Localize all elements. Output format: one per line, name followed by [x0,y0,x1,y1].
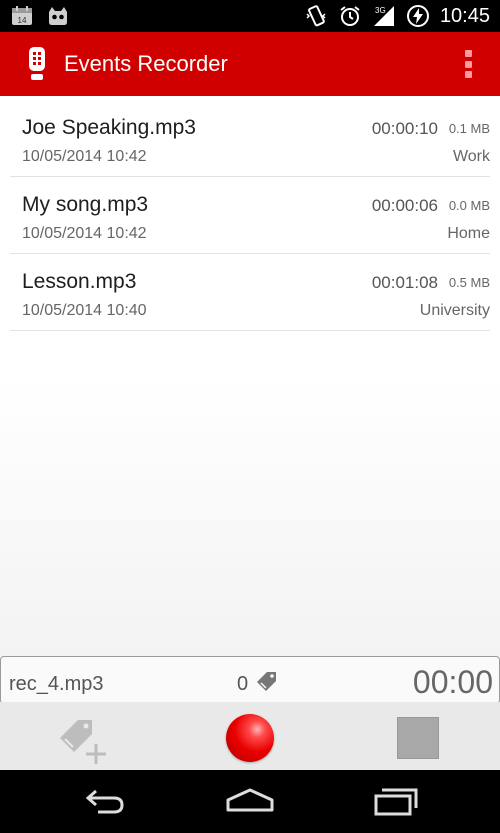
list-item[interactable]: Lesson.mp3 10/05/2014 10:40 00:01:08 0.5… [10,254,490,331]
calendar-icon: 14 [12,6,32,25]
vibrate-icon [306,5,326,27]
svg-text:14: 14 [18,16,27,25]
recording-category: Work [452,148,490,165]
cyanogen-icon [49,7,67,25]
recording-date: 10/05/2014 10:42 [22,148,147,165]
stop-button[interactable] [397,717,439,759]
alarm-icon [340,6,360,26]
recording-timer: 00:00 [412,664,493,700]
overflow-menu-icon[interactable] [462,50,474,78]
signal-3g-icon: 3G [373,6,394,26]
home-icon[interactable] [226,784,274,818]
tag-icon [257,672,276,691]
recent-apps-icon[interactable] [372,784,420,818]
recording-name: My song.mp3 [22,193,149,216]
recording-duration: 00:00:10 [371,119,438,138]
recording-name: Joe Speaking.mp3 [22,116,196,139]
record-button[interactable] [226,714,274,762]
svg-text:3G: 3G [375,6,386,15]
current-recording-bar: rec_4.mp3 0 00:00 [0,656,500,704]
recording-filename[interactable]: rec_4.mp3 [9,672,104,696]
list-item[interactable]: My song.mp3 10/05/2014 10:42 00:00:06 0.… [10,177,490,254]
recording-size: 0.5 MB [448,275,490,290]
recording-duration: 00:01:08 [371,273,438,292]
control-toolbar [0,702,500,770]
list-item[interactable]: Joe Speaking.mp3 10/05/2014 10:42 00:00:… [10,100,490,177]
recording-duration: 00:00:06 [371,196,438,215]
recordings-list: Joe Speaking.mp3 10/05/2014 10:42 00:00:… [0,100,500,331]
recording-date: 10/05/2014 10:40 [22,302,147,319]
screen: 14 3G 10:45 Events Recorder Joe Speaking… [0,0,500,833]
action-bar: Events Recorder [0,32,500,96]
status-bar: 14 3G 10:45 [0,0,500,32]
recording-date: 10/05/2014 10:42 [22,225,147,242]
back-icon[interactable] [80,784,128,818]
status-time: 10:45 [439,5,490,27]
charging-icon [406,5,429,27]
recording-size: 0.1 MB [448,121,490,136]
recording-category: University [419,302,490,319]
recording-size: 0.0 MB [448,198,490,213]
navigation-bar [0,770,500,833]
add-tag-icon[interactable] [58,712,108,766]
recording-category: Home [447,225,490,242]
microphone-icon [29,47,45,80]
app-title: Events Recorder [64,51,228,76]
recording-name: Lesson.mp3 [22,270,137,293]
tag-count: 0 [237,673,249,695]
